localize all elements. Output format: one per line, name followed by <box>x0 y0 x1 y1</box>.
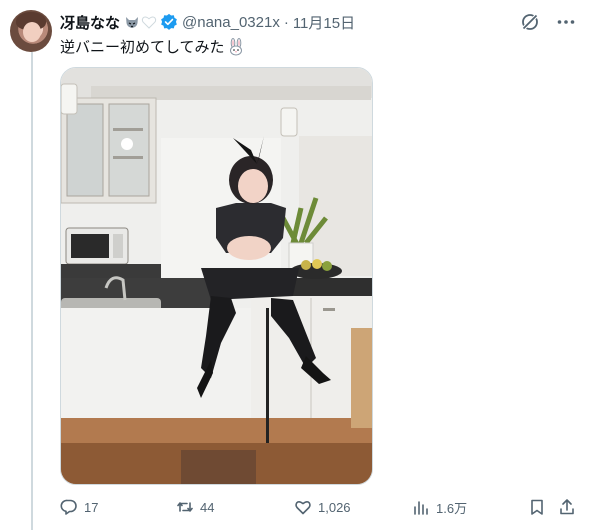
wolf-icon <box>126 17 139 28</box>
top-actions <box>520 12 576 32</box>
thread-line <box>31 52 33 530</box>
repost-count: 44 <box>200 499 215 515</box>
views-icon <box>414 500 428 515</box>
repost-button[interactable]: 44 <box>176 498 214 516</box>
post-date[interactable]: 11月15日 <box>293 12 355 33</box>
like-count: 1,026 <box>318 499 351 515</box>
reply-button[interactable]: 17 <box>60 498 98 516</box>
photo-illustration <box>61 68 372 484</box>
white-heart-icon <box>141 16 157 29</box>
post-photo[interactable] <box>60 67 373 485</box>
reply-count: 17 <box>84 499 99 515</box>
views-button[interactable]: 1.6万 <box>412 498 467 517</box>
share-icon <box>560 499 574 515</box>
post-text-content: 逆バニー初めてしてみた <box>60 39 225 56</box>
name-emojis <box>122 14 157 30</box>
heart-icon <box>295 501 311 515</box>
view-count: 1.6万 <box>436 501 468 516</box>
display-name[interactable]: 冴島なな <box>60 12 120 33</box>
post-header: 冴島なな @nana_0321x · 11月15日 <box>60 12 355 32</box>
share-button[interactable] <box>558 498 576 516</box>
more-icon[interactable] <box>556 12 576 32</box>
repost-icon <box>177 502 193 512</box>
post-text: 逆バニー初めてしてみた <box>60 36 245 57</box>
avatar-face <box>23 22 41 42</box>
like-button[interactable]: 1,026 <box>294 498 351 516</box>
grok-icon[interactable] <box>520 12 540 32</box>
action-bar: 17 44 1,026 1.6万 <box>60 498 580 520</box>
verified-badge-icon[interactable] <box>160 13 178 31</box>
avatar[interactable] <box>10 10 52 52</box>
separator-dot: · <box>283 13 289 31</box>
reply-icon <box>60 499 77 515</box>
user-handle[interactable]: @nana_0321x <box>182 14 280 31</box>
bookmark-icon <box>531 499 543 515</box>
bookmark-button[interactable] <box>528 498 546 516</box>
rabbit-icon <box>229 37 242 55</box>
